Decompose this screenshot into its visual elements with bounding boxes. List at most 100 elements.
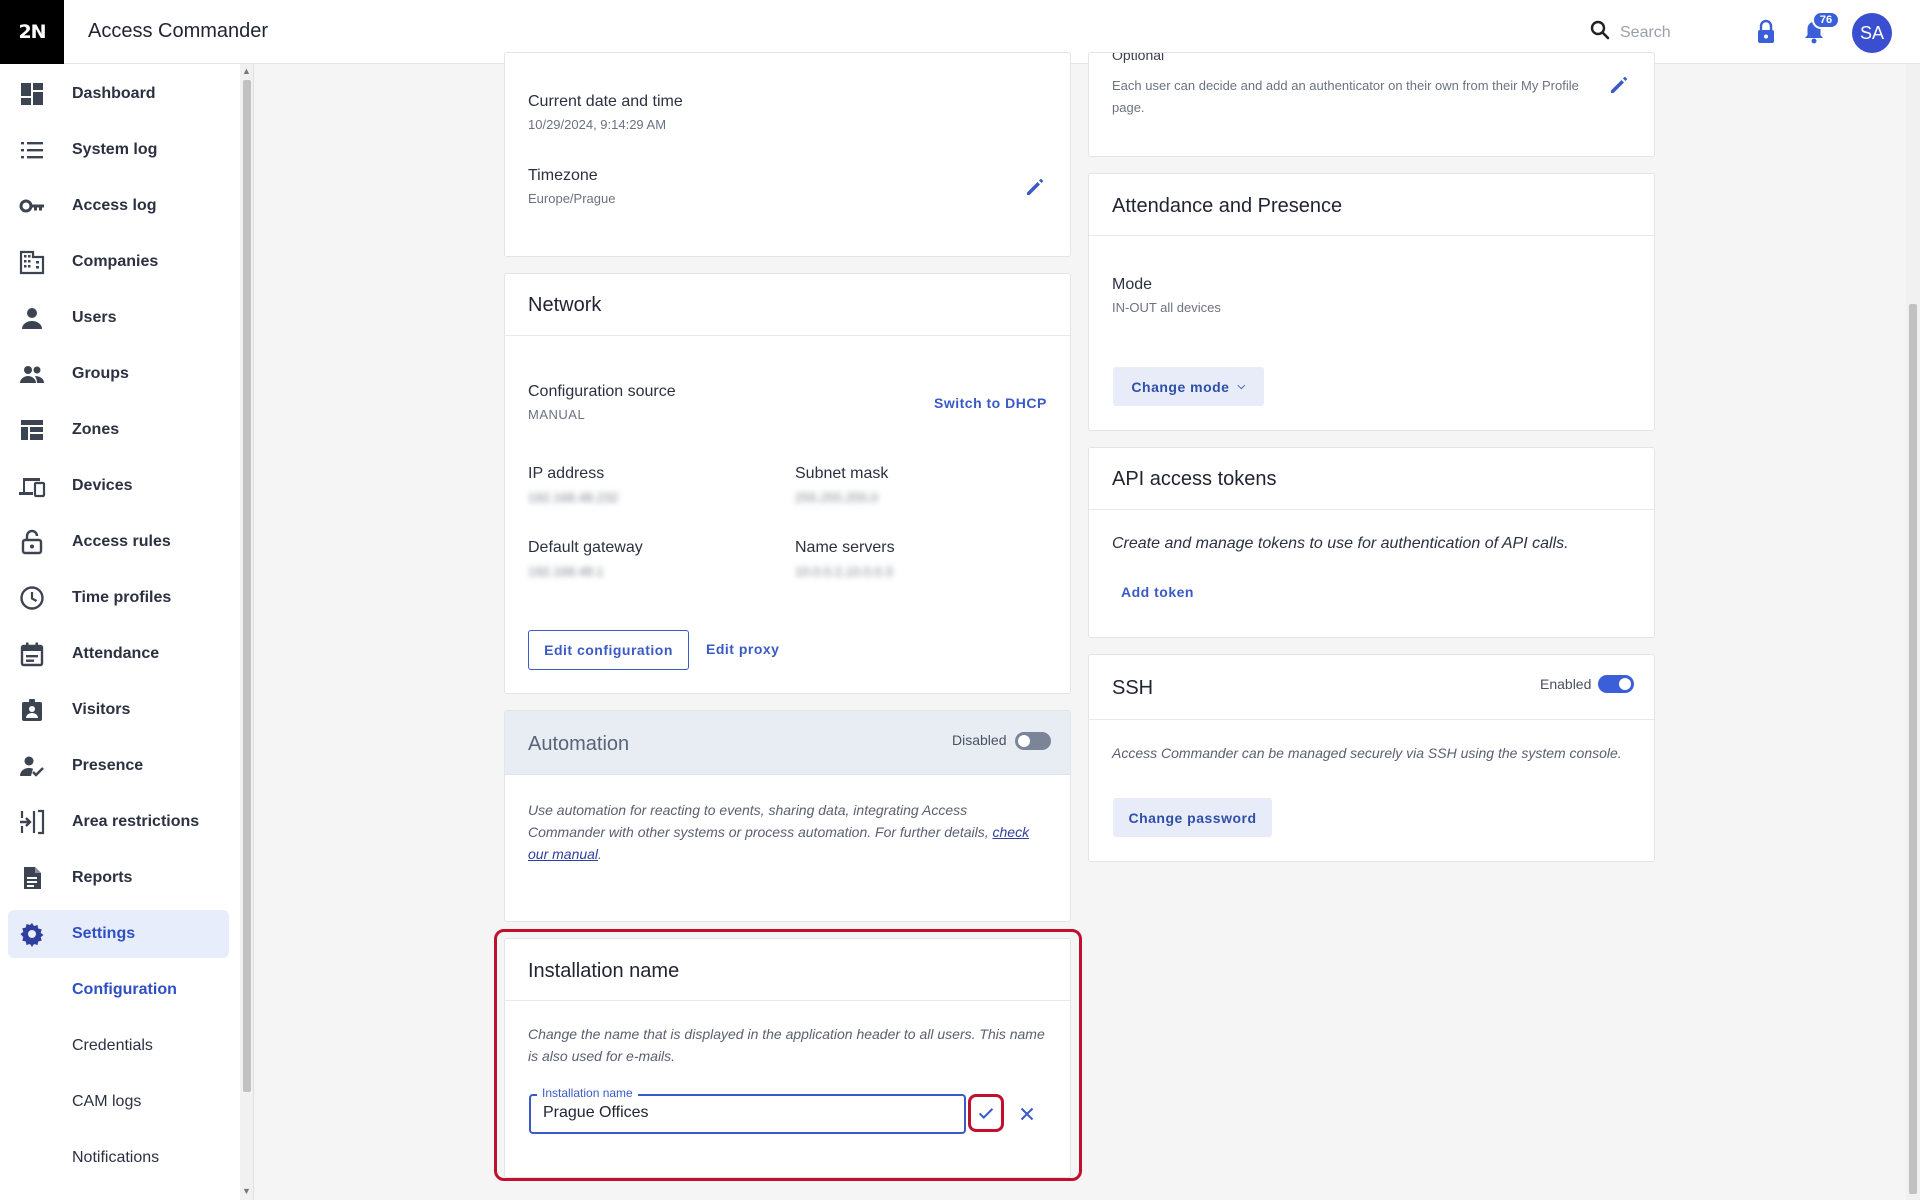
sidebar: Dashboard System log Access log Companies Us…: [0, 64, 240, 1200]
divider: [1089, 509, 1654, 510]
confirm-check-button[interactable]: [968, 1094, 1004, 1132]
name-servers-label: Name servers: [795, 539, 895, 556]
subnet-mask-label: Subnet mask: [795, 465, 889, 482]
network-title: Network: [528, 294, 602, 316]
optional-description: Each user can decide and add an authenti…: [1112, 78, 1579, 115]
change-mode-label: Change mode: [1131, 378, 1230, 395]
scroll-down-arrow-icon[interactable]: ▼: [242, 1186, 251, 1196]
sidebar-item-area-restrictions[interactable]: Area restrictions: [8, 798, 229, 846]
highlight-box: [494, 929, 1082, 1181]
building-icon: [18, 248, 46, 276]
add-token-button[interactable]: Add token: [1121, 584, 1194, 600]
search-input[interactable]: [1620, 23, 1740, 42]
chevron-down-icon: ⌵: [1237, 381, 1246, 392]
sidebar-subitem-label: CAM logs: [72, 1093, 142, 1110]
clock-icon: [18, 584, 46, 612]
sidebar-item-label: Visitors: [72, 701, 131, 718]
sidebar-scroll-thumb[interactable]: [243, 80, 251, 1092]
divider: [1089, 719, 1654, 720]
sidebar-item-label: Dashboard: [72, 85, 156, 102]
api-tokens-card: API access tokens Create and manage toke…: [1088, 447, 1655, 638]
edit-proxy-button[interactable]: Edit proxy: [706, 641, 779, 657]
current-datetime-label: Current date and time: [528, 93, 683, 110]
ssh-toggle-label: Enabled: [1540, 676, 1592, 692]
sidebar-item-label: Groups: [72, 365, 129, 382]
sidebar-subitem-label: Notifications: [72, 1149, 160, 1166]
sidebar-item-companies[interactable]: Companies: [8, 238, 229, 286]
close-icon: [1020, 1107, 1034, 1121]
mode-value: IN-OUT all devices: [1112, 300, 1221, 315]
automation-toggle[interactable]: [1015, 732, 1051, 750]
sidebar-item-settings[interactable]: Settings: [8, 910, 229, 958]
lock-icon[interactable]: [1754, 18, 1778, 46]
ssh-card: SSH Enabled Access Commander can be mana…: [1088, 654, 1655, 862]
automation-title: Automation: [528, 733, 630, 755]
automation-toggle-label: Disabled: [952, 732, 1007, 748]
optional-label: Optional: [1112, 53, 1165, 63]
edit-optional-pencil-icon[interactable]: [1607, 73, 1631, 97]
installation-name-input[interactable]: [543, 1104, 943, 1122]
network-card: Network Configuration source MANUAL Swit…: [504, 273, 1071, 694]
scroll-up-arrow-icon[interactable]: ▲: [242, 66, 251, 76]
ip-address-label: IP address: [528, 465, 605, 482]
edit-configuration-button[interactable]: Edit configuration: [528, 630, 689, 670]
sidebar-item-access-log[interactable]: Access log: [8, 182, 229, 230]
automation-description-end: .: [598, 846, 602, 862]
config-source-label: Configuration source: [528, 383, 676, 400]
sidebar-item-groups[interactable]: Groups: [8, 350, 229, 398]
cancel-close-button[interactable]: [1013, 1100, 1041, 1128]
gear-icon: [18, 920, 46, 948]
name-servers-value: 10.0.0.2,10.0.0.3: [795, 564, 893, 579]
attendance-presence-title: Attendance and Presence: [1112, 195, 1343, 217]
sidebar-item-label: Time profiles: [72, 589, 172, 606]
list-icon: [18, 136, 46, 164]
sidebar-item-presence[interactable]: Presence: [8, 742, 229, 790]
app-title: Access Commander: [88, 20, 269, 42]
config-source-value: MANUAL: [528, 407, 586, 422]
timezone-value: Europe/Prague: [528, 191, 616, 206]
automation-description: Use automation for reacting to events, s…: [528, 799, 1048, 865]
sidebar-item-dashboard[interactable]: Dashboard: [8, 70, 229, 118]
change-mode-button[interactable]: Change mode ⌵: [1113, 367, 1264, 406]
sidebar-item-access-rules[interactable]: Access rules: [8, 518, 229, 566]
sidebar-subitem-configuration[interactable]: Configuration: [8, 966, 229, 1014]
sidebar-item-reports[interactable]: Reports: [8, 854, 229, 902]
notification-badge: 76: [1812, 11, 1840, 29]
sidebar-subitem-label: Configuration: [72, 981, 177, 998]
sidebar-subitem-cam-logs[interactable]: CAM logs: [8, 1078, 229, 1126]
search-box[interactable]: [1588, 18, 1740, 47]
mode-label: Mode: [1112, 276, 1153, 293]
sidebar-item-system-log[interactable]: System log: [8, 126, 229, 174]
sidebar-subitem-credentials[interactable]: Credentials: [8, 1022, 229, 1070]
api-tokens-description: Create and manage tokens to use for auth…: [1112, 535, 1569, 552]
sidebar-item-zones[interactable]: Zones: [8, 406, 229, 454]
page-scroll-thumb[interactable]: [1909, 304, 1917, 1194]
sidebar-item-users[interactable]: Users: [8, 294, 229, 342]
api-tokens-title: API access tokens: [1112, 468, 1277, 490]
search-icon[interactable]: [1588, 18, 1612, 47]
default-gateway-label: Default gateway: [528, 539, 643, 556]
attendance-presence-card: Attendance and Presence Mode IN-OUT all …: [1088, 173, 1655, 431]
brand-logo[interactable]: 2N: [0, 0, 64, 64]
sidebar-item-time-profiles[interactable]: Time profiles: [8, 574, 229, 622]
key-icon: [18, 192, 46, 220]
sidebar-item-devices[interactable]: Devices: [8, 462, 229, 510]
automation-description-text: Use automation for reacting to events, s…: [528, 802, 993, 840]
optional-authenticator-card: Optional Each user can decide and add an…: [1088, 52, 1655, 157]
edit-timezone-pencil-icon[interactable]: [1023, 175, 1047, 199]
datetime-card: Current date and time 10/29/2024, 9:14:2…: [504, 52, 1071, 257]
badge-icon: [18, 696, 46, 724]
sidebar-subitem-notifications[interactable]: Notifications: [8, 1134, 229, 1182]
sidebar-item-label: Users: [72, 309, 117, 326]
sidebar-item-label: Presence: [72, 757, 144, 774]
installation-name-field[interactable]: [529, 1094, 966, 1134]
avatar[interactable]: SA: [1852, 13, 1892, 53]
sidebar-item-label: Reports: [72, 869, 133, 886]
ssh-toggle[interactable]: [1598, 675, 1634, 693]
zones-icon: [18, 416, 46, 444]
change-password-button[interactable]: Change password: [1113, 798, 1272, 837]
sidebar-item-label: Devices: [72, 477, 133, 494]
sidebar-item-attendance[interactable]: Attendance: [8, 630, 229, 678]
sidebar-item-visitors[interactable]: Visitors: [8, 686, 229, 734]
switch-to-dhcp-button[interactable]: Switch to DHCP: [934, 395, 1047, 411]
